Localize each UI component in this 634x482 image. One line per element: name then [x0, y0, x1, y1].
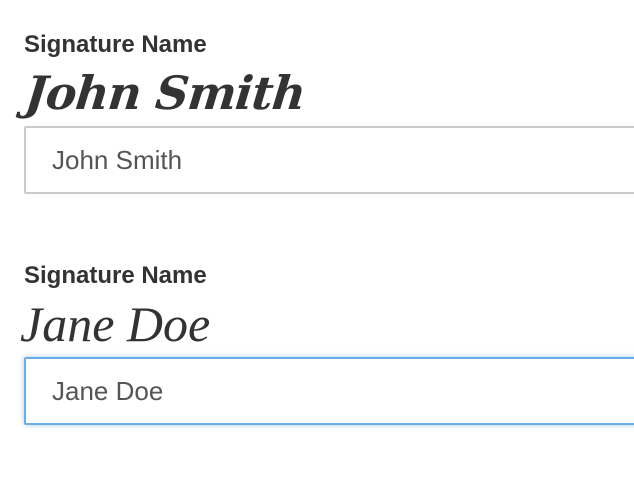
signature-name-input[interactable]	[24, 357, 634, 425]
signature-name-input[interactable]	[24, 126, 634, 194]
signature-name-label: Signature Name	[24, 31, 207, 58]
signature-preview: Jane Doe	[20, 296, 211, 352]
signature-preview: John Smith	[22, 66, 308, 120]
signature-field-group: Signature Name Jane Doe	[20, 261, 634, 425]
signature-name-label: Signature Name	[24, 262, 207, 289]
signature-field-group: Signature Name John Smith	[22, 30, 634, 194]
